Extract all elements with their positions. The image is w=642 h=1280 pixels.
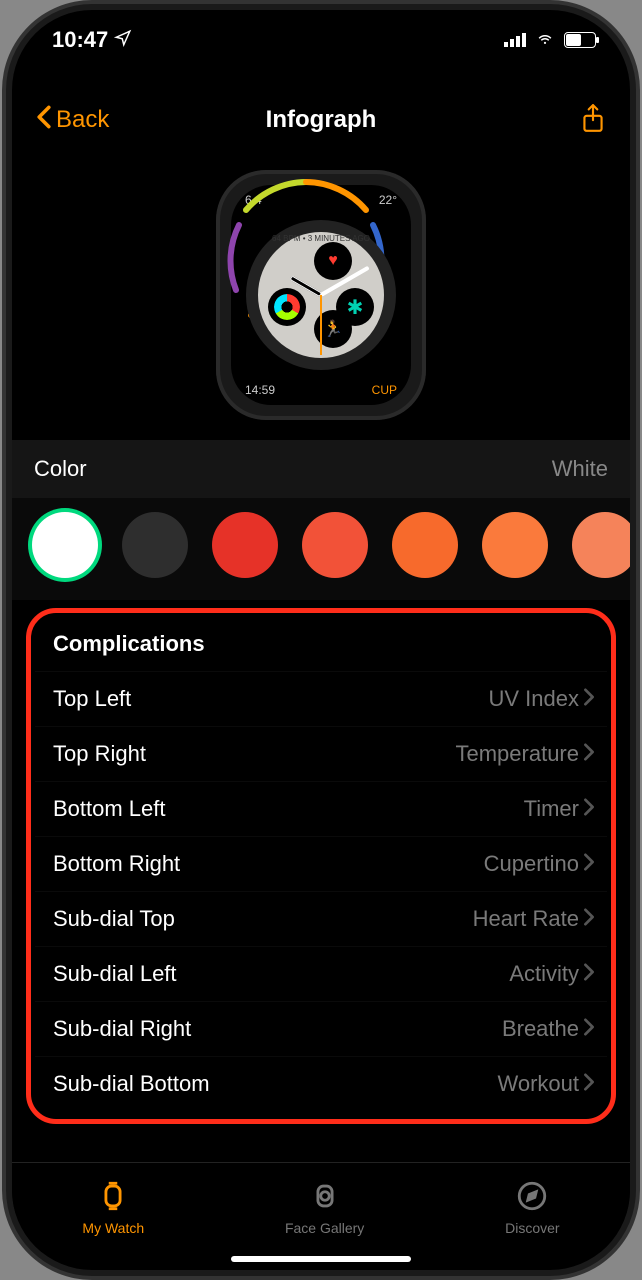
color-swatch-0[interactable] <box>32 512 98 578</box>
subdial-left <box>268 288 306 326</box>
complication-value: Workout <box>497 1071 595 1097</box>
complication-label: Sub-dial Right <box>53 1016 191 1042</box>
color-swatch-1[interactable] <box>122 512 188 578</box>
complication-row-bottom-left[interactable]: Bottom Left Timer <box>35 781 607 836</box>
color-label: Color <box>34 456 87 482</box>
compass-icon <box>515 1179 549 1216</box>
chevron-right-icon <box>583 796 595 822</box>
home-indicator[interactable] <box>231 1256 411 1262</box>
complication-label: Top Right <box>53 741 146 767</box>
back-button[interactable]: Back <box>36 105 109 136</box>
complication-label: Bottom Left <box>53 796 166 822</box>
color-swatches[interactable] <box>12 498 630 600</box>
chevron-right-icon <box>583 851 595 877</box>
chevron-left-icon <box>36 105 52 136</box>
share-button[interactable] <box>580 103 606 138</box>
complications-list: Top Left UV Index Top Right Temperature Bott… <box>35 671 607 1111</box>
complication-row-sub-dial-bottom[interactable]: Sub-dial Bottom Workout <box>35 1056 607 1111</box>
tab-face-gallery-label: Face Gallery <box>285 1220 364 1236</box>
dial: 64 BPM • 3 MINUTES AGO ♥ ✱ 🏃 <box>246 220 396 370</box>
complication-value: Cupertino <box>484 851 595 877</box>
watch-body: 6.4 22° 14:59 CUP 64 BPM • 3 MINUTES AGO… <box>216 170 426 420</box>
tab-bar: My Watch Face Gallery Discover <box>12 1162 630 1252</box>
nav-bar: Back Infograph <box>12 92 630 148</box>
corner-bottom-right: CUP <box>372 383 397 397</box>
complications-header: Complications <box>35 621 607 671</box>
second-hand <box>320 295 322 355</box>
complication-label: Sub-dial Left <box>53 961 177 987</box>
color-swatch-4[interactable] <box>392 512 458 578</box>
cellular-signal-icon <box>504 33 526 47</box>
complication-value: UV Index <box>489 686 596 712</box>
color-swatch-2[interactable] <box>212 512 278 578</box>
face-gallery-icon <box>308 1179 342 1216</box>
complications-section: Complications Top LeftUV IndexTop RightT… <box>26 608 616 1124</box>
chevron-right-icon <box>583 1016 595 1042</box>
page-title: Infograph <box>266 106 377 134</box>
chevron-right-icon <box>583 961 595 987</box>
complication-value: Timer <box>524 796 595 822</box>
notch <box>181 10 461 46</box>
complication-row-sub-dial-top[interactable]: Sub-dial Top Heart Rate <box>35 891 607 946</box>
watch-icon <box>96 1179 130 1216</box>
wifi-icon <box>534 27 556 53</box>
content-area: 6.4 22° 14:59 CUP 64 BPM • 3 MINUTES AGO… <box>12 160 630 1170</box>
share-icon <box>580 103 606 138</box>
breathe-icon: ✱ <box>347 295 364 320</box>
color-swatch-6[interactable] <box>572 512 630 578</box>
complication-value: Activity <box>509 961 595 987</box>
complication-label: Bottom Right <box>53 851 180 877</box>
complication-label: Top Left <box>53 686 131 712</box>
chevron-right-icon <box>583 1071 595 1097</box>
complication-label: Sub-dial Bottom <box>53 1071 210 1097</box>
subdial-top: ♥ <box>314 242 352 280</box>
color-section: Color White <box>12 440 630 600</box>
heart-icon: ♥ <box>328 252 338 270</box>
color-value: White <box>552 456 608 482</box>
chevron-right-icon <box>583 741 595 767</box>
watch-face-preview[interactable]: 6.4 22° 14:59 CUP 64 BPM • 3 MINUTES AGO… <box>12 160 630 440</box>
color-row[interactable]: Color White <box>12 440 630 498</box>
phone-frame: 10:47 Back Infograph <box>12 10 630 1270</box>
dial-text-top: 64 BPM • 3 MINUTES AGO <box>258 234 384 243</box>
color-swatch-3[interactable] <box>302 512 368 578</box>
battery-icon <box>564 32 596 48</box>
chevron-right-icon <box>583 686 595 712</box>
corner-bottom-left: 14:59 <box>245 383 275 397</box>
tab-my-watch[interactable]: My Watch <box>82 1179 144 1236</box>
complication-value: Temperature <box>455 741 595 767</box>
complication-row-top-right[interactable]: Top Right Temperature <box>35 726 607 781</box>
color-swatch-5[interactable] <box>482 512 548 578</box>
tab-discover[interactable]: Discover <box>505 1179 559 1236</box>
chevron-right-icon <box>583 906 595 932</box>
activity-rings-icon <box>274 294 300 320</box>
complication-value: Heart Rate <box>473 906 595 932</box>
back-label: Back <box>56 106 109 134</box>
tab-discover-label: Discover <box>505 1220 559 1236</box>
workout-icon: 🏃 <box>323 319 343 339</box>
complication-value: Breathe <box>502 1016 595 1042</box>
complication-row-bottom-right[interactable]: Bottom Right Cupertino <box>35 836 607 891</box>
tab-face-gallery[interactable]: Face Gallery <box>285 1179 364 1236</box>
status-time: 10:47 <box>52 27 108 53</box>
tab-my-watch-label: My Watch <box>82 1220 144 1236</box>
complication-row-sub-dial-left[interactable]: Sub-dial Left Activity <box>35 946 607 1001</box>
watch-face: 6.4 22° 14:59 CUP 64 BPM • 3 MINUTES AGO… <box>231 185 411 405</box>
complication-row-sub-dial-right[interactable]: Sub-dial Right Breathe <box>35 1001 607 1056</box>
location-icon <box>114 27 132 53</box>
complication-label: Sub-dial Top <box>53 906 175 932</box>
complication-row-top-left[interactable]: Top Left UV Index <box>35 671 607 726</box>
